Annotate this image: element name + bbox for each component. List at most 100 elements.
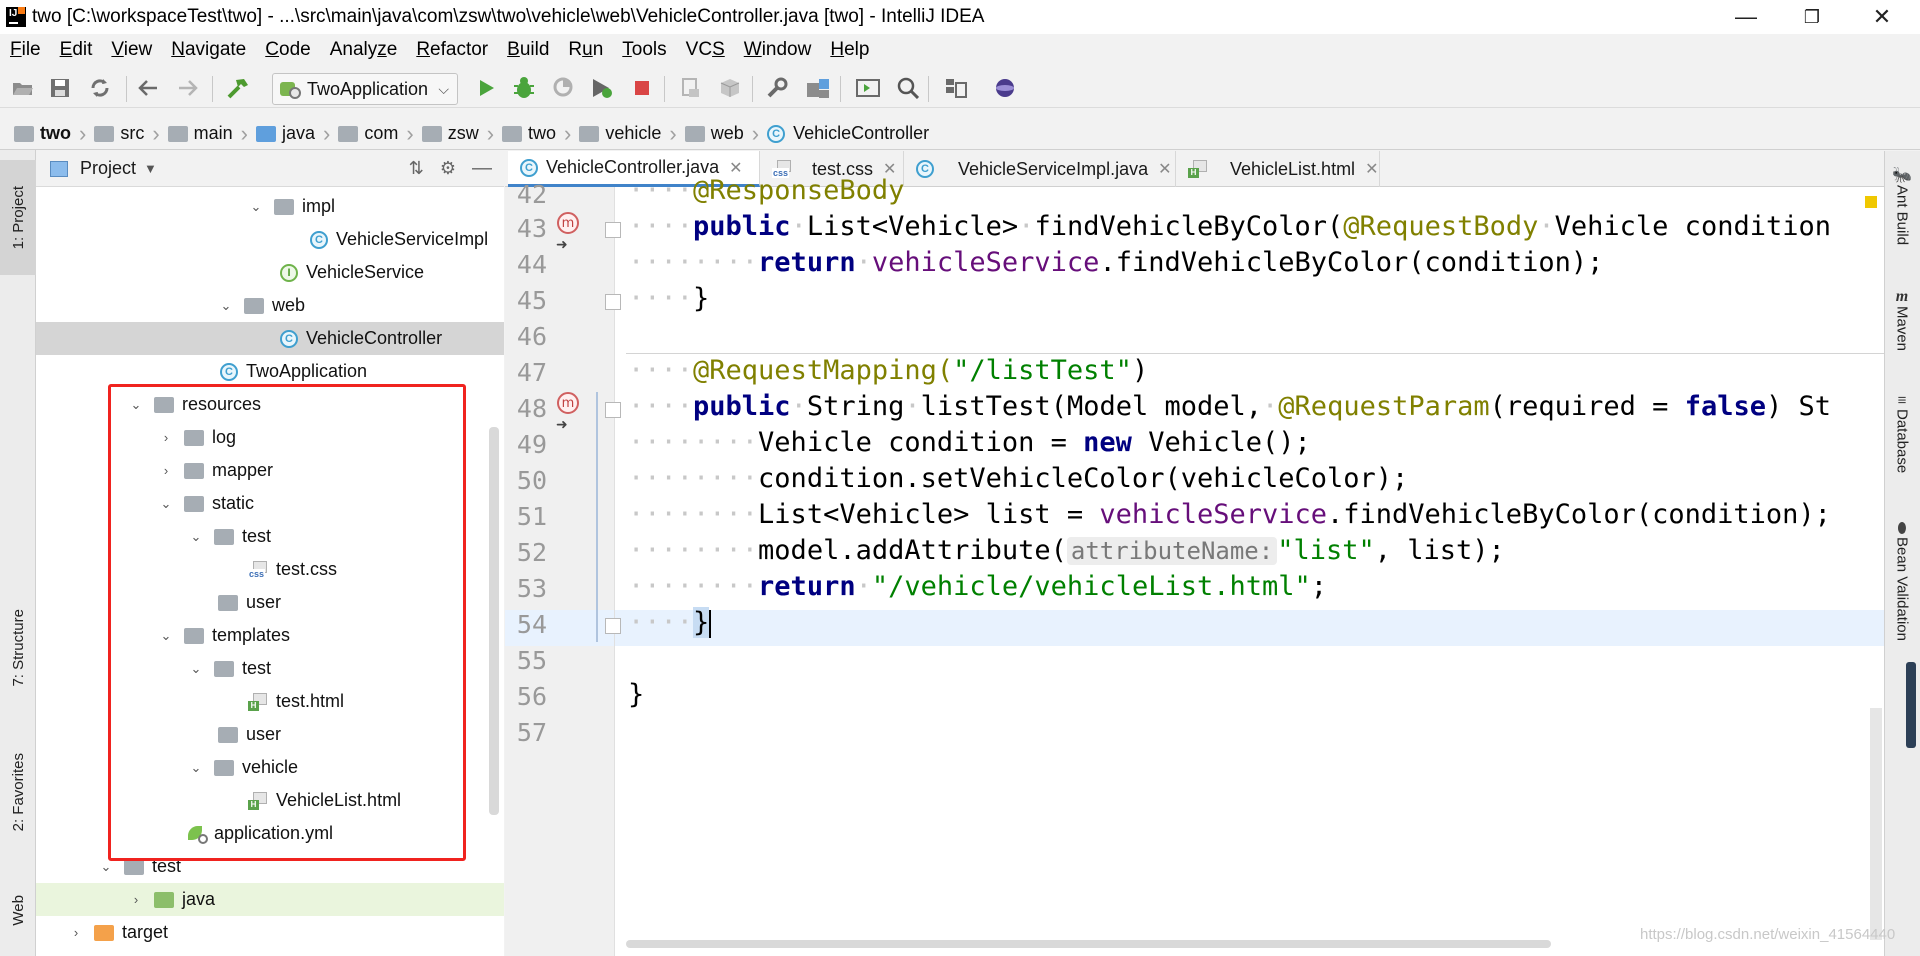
menu-code[interactable]: Code <box>265 39 310 61</box>
menu-help[interactable]: Help <box>830 39 869 61</box>
breadcrumb-item[interactable]: java <box>256 123 315 144</box>
menu-run[interactable]: Run <box>568 39 603 61</box>
tool-window-project[interactable]: 1: Project <box>0 160 36 275</box>
open-folder-icon[interactable] <box>11 77 35 99</box>
chevron-down-icon[interactable]: ▼ <box>144 161 157 176</box>
tab-vehiclelist-html[interactable]: H VehicleList.html ✕ <box>1176 151 1380 187</box>
breadcrumb-item[interactable]: two <box>502 123 556 144</box>
package-icon <box>579 125 600 142</box>
search-icon[interactable] <box>896 77 920 99</box>
tree-item-vehicleservice[interactable]: I VehicleService <box>36 256 504 289</box>
breadcrumb-item[interactable]: web <box>684 123 744 144</box>
window-title: two [C:\workspaceTest\two] - ...\src\mai… <box>32 6 985 27</box>
project-panel-header: Project ▼ ⇅ ⚙ — <box>36 151 504 187</box>
coverage-icon[interactable] <box>552 77 576 99</box>
project-structure-icon[interactable] <box>806 77 830 99</box>
close-tab-icon[interactable]: ✕ <box>1158 159 1171 179</box>
menu-edit[interactable]: Edit <box>60 39 93 61</box>
tool-window-ant-build[interactable]: 🐜 Ant Build <box>1886 165 1918 245</box>
implementing-method-icon[interactable]: m <box>557 212 579 234</box>
line-number: 54 <box>516 610 547 639</box>
line-number: 53 <box>516 574 547 603</box>
tree-item-web[interactable]: ⌄ web <box>36 289 504 322</box>
line-number: 50 <box>516 466 547 495</box>
fold-marker-icon[interactable] <box>605 618 621 634</box>
breadcrumb-item[interactable]: C VehicleController <box>767 123 929 144</box>
code-line-51: ········List<Vehicle> list = vehicleServ… <box>628 499 1831 530</box>
save-icon[interactable] <box>48 77 72 99</box>
run-configuration-selector[interactable]: TwoApplication ⌵ <box>272 73 458 105</box>
build-hammer-icon[interactable] <box>226 77 250 99</box>
breadcrumb-item[interactable]: src <box>94 123 144 144</box>
tool-window-maven[interactable]: m Maven <box>1886 288 1918 351</box>
gear-icon[interactable]: ⚙ <box>440 158 456 179</box>
text-cursor <box>709 609 712 638</box>
inspection-status-icon[interactable] <box>1865 196 1877 208</box>
vcs-icon[interactable] <box>944 77 968 99</box>
plugin-box-icon[interactable] <box>718 77 742 99</box>
menu-tools[interactable]: Tools <box>622 39 666 61</box>
fold-marker-icon[interactable] <box>605 402 621 418</box>
sync-icon[interactable] <box>88 77 112 99</box>
test-folder-icon <box>154 891 174 908</box>
editor-horizontal-scrollbar[interactable] <box>626 940 1551 948</box>
line-number: 52 <box>516 538 547 567</box>
tree-item-target[interactable]: › target <box>36 916 504 949</box>
minimize-button[interactable]: — <box>1716 0 1776 34</box>
run-icon[interactable] <box>474 77 498 99</box>
code-line-43: ····public·List<Vehicle>·findVehicleByCo… <box>628 211 1831 242</box>
breadcrumb: two › src › main › java › com › zsw › two › veh… <box>0 118 1920 150</box>
code-line-53: ········return·"/vehicle/vehicleList.htm… <box>628 571 1328 602</box>
debug-icon[interactable] <box>512 77 536 99</box>
collapse-all-icon[interactable]: ⇅ <box>409 158 424 179</box>
menu-window[interactable]: Window <box>744 39 812 61</box>
module-folder-icon <box>14 125 34 142</box>
attach-debugger-icon[interactable] <box>679 77 703 99</box>
terminal-icon[interactable] <box>856 77 880 99</box>
hide-panel-icon[interactable]: — <box>472 157 492 180</box>
navigate-arrow-icon[interactable]: ➜ <box>556 236 568 253</box>
tool-window-web[interactable]: Web <box>0 875 36 945</box>
plugin-sphere-icon[interactable] <box>993 77 1017 99</box>
menu-refactor[interactable]: Refactor <box>416 39 488 61</box>
tree-item-impl[interactable]: ⌄ impl <box>36 190 504 223</box>
breadcrumb-item[interactable]: zsw <box>421 123 479 144</box>
breadcrumb-item[interactable]: main <box>167 123 233 144</box>
implementing-method-icon[interactable]: m <box>557 392 579 414</box>
tree-item-vehiclecontroller[interactable]: C VehicleController <box>36 322 504 355</box>
tool-window-structure[interactable]: 7: Structure <box>0 590 36 705</box>
menu-navigate[interactable]: Navigate <box>171 39 246 61</box>
tool-window-favorites[interactable]: 2: Favorites <box>0 735 36 850</box>
navigate-arrow-icon[interactable]: ➜ <box>556 416 568 433</box>
profile-icon[interactable] <box>590 77 614 99</box>
menu-vcs[interactable]: VCS <box>686 39 725 61</box>
tool-window-bean-validation[interactable]: ⬮ Bean Validation <box>1886 520 1918 641</box>
close-tab-icon[interactable]: ✕ <box>1365 159 1378 179</box>
close-window-button[interactable]: ✕ <box>1852 0 1912 34</box>
wrench-icon[interactable] <box>765 77 789 99</box>
menu-analyze[interactable]: Analyze <box>330 39 398 61</box>
code-line-48: ····public·String·listTest(Model model,·… <box>628 391 1832 422</box>
run-config-label: TwoApplication <box>307 78 429 99</box>
tree-item-vehicleserviceimpl[interactable]: C VehicleServiceImpl <box>36 223 504 256</box>
tool-window-database[interactable]: ≡ Database <box>1886 392 1918 473</box>
menu-file[interactable]: File <box>10 39 41 61</box>
fold-marker-icon[interactable] <box>605 294 621 310</box>
tree-scrollbar[interactable] <box>489 427 499 815</box>
project-view-selector[interactable]: Project <box>80 158 136 179</box>
restore-button[interactable]: ❐ <box>1782 0 1842 34</box>
editor-vertical-scrollbar[interactable] <box>1870 708 1882 940</box>
highlight-annotation-box <box>108 384 466 861</box>
back-icon[interactable] <box>136 77 160 99</box>
stop-icon[interactable] <box>630 77 654 99</box>
forward-icon[interactable] <box>176 77 200 99</box>
package-icon <box>684 125 705 142</box>
menu-build[interactable]: Build <box>507 39 549 61</box>
fold-marker-icon[interactable] <box>605 222 621 238</box>
breadcrumb-item[interactable]: com <box>338 123 398 144</box>
tab-vehicleserviceimpl[interactable]: C VehicleServiceImpl.java ✕ <box>904 151 1176 187</box>
menu-view[interactable]: View <box>111 39 152 61</box>
tree-item-java[interactable]: › java <box>36 883 504 916</box>
breadcrumb-item[interactable]: vehicle <box>579 123 661 144</box>
breadcrumb-item[interactable]: two <box>14 123 71 144</box>
